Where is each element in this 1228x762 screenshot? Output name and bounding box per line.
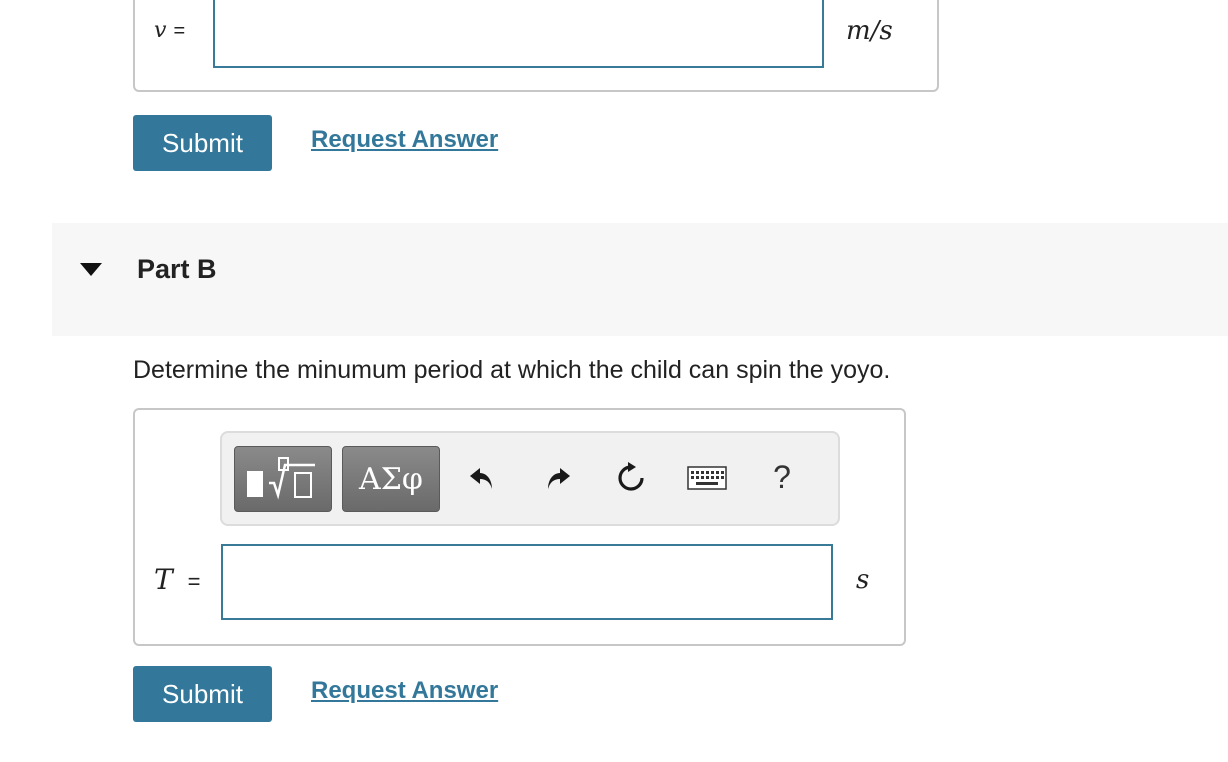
reset-icon[interactable] [613,460,649,496]
help-button[interactable]: ? [764,457,800,497]
greek-symbols-button[interactable]: ΑΣφ [342,446,440,512]
part-b-header[interactable] [52,223,1228,336]
part-a-variable: v [154,18,167,43]
part-b-variable-label: T = [154,563,200,596]
part-b-submit-button[interactable]: Submit [133,666,272,722]
part-a-request-answer-link[interactable]: Request Answer [311,126,498,154]
part-a-answer-input[interactable] [213,0,824,68]
undo-icon[interactable] [464,460,500,496]
part-a-variable-label: v = [154,18,185,43]
part-a-submit-button[interactable]: Submit [133,115,272,171]
part-b-variable: T [154,563,173,596]
part-a-unit: m/s [846,16,893,46]
part-b-title: Part B [137,254,217,284]
keyboard-icon[interactable] [686,460,728,496]
part-b-unit: s [856,565,870,595]
part-b-equals: = [187,569,201,594]
part-b-question: Determine the minumum period at which th… [133,356,891,384]
part-a-equals: = [173,20,186,42]
templates-button[interactable] [234,446,332,512]
part-b-request-answer-link[interactable]: Request Answer [311,677,498,705]
part-b-answer-input[interactable] [221,544,833,620]
templates-icon [247,457,315,500]
collapse-caret-icon[interactable] [80,263,102,276]
redo-icon[interactable] [540,460,576,496]
